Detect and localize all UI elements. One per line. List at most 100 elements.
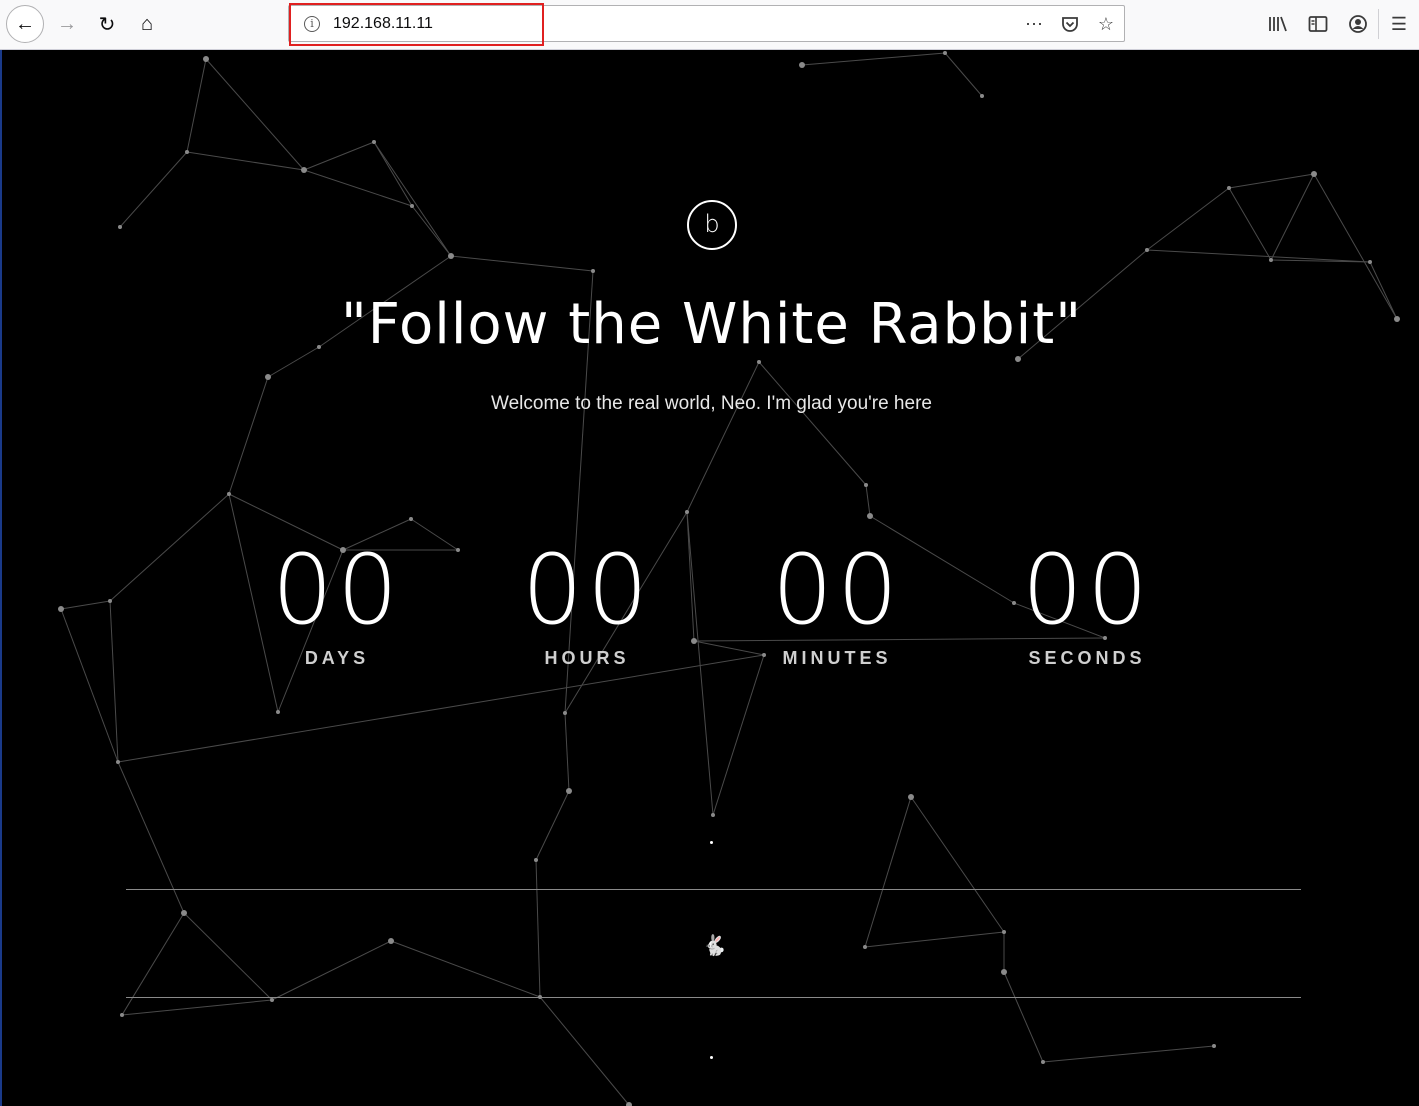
network-line (121, 999, 273, 1016)
network-node (203, 56, 209, 62)
network-line (117, 761, 185, 914)
network-node (563, 711, 567, 715)
network-node (591, 269, 595, 273)
countdown: 00 DAYS 00 HOURS 00 MINUTES 00 SECONDS (2, 540, 1419, 690)
network-line (121, 912, 185, 1016)
network-line (686, 361, 760, 513)
network-node (265, 374, 271, 380)
url-text[interactable]: 192.168.11.11 (333, 15, 433, 33)
network-line (535, 859, 541, 998)
network-line (539, 996, 630, 1106)
network-node (864, 483, 868, 487)
home-icon[interactable]: ⌂ (128, 5, 166, 43)
network-line (944, 52, 983, 97)
page-headline: "Follow the White Rabbit" (341, 292, 1082, 357)
network-line (450, 255, 594, 272)
network-node (566, 788, 572, 794)
network-node (1368, 260, 1372, 264)
network-node (116, 760, 120, 764)
network-line (1228, 187, 1272, 261)
reload-icon[interactable]: ↻ (88, 5, 126, 43)
countdown-days: 00 DAYS (237, 540, 437, 669)
network-line (411, 205, 452, 257)
browser-toolbar: ← → ↻ ⌂ i 192.168.11.11 ⋯ ☆ ☰ (0, 0, 1419, 50)
network-line (1146, 249, 1371, 263)
forward-arrow-icon[interactable]: → (48, 5, 86, 43)
network-node (409, 517, 413, 521)
network-node (270, 998, 274, 1002)
network-node (863, 945, 867, 949)
pocket-icon[interactable] (1058, 11, 1082, 37)
minutes-label: MINUTES (782, 648, 892, 668)
network-node (534, 858, 538, 862)
network-node (301, 167, 307, 173)
url-bar[interactable]: i 192.168.11.11 ⋯ ☆ (288, 3, 1125, 46)
bottom-dot (710, 1056, 713, 1059)
network-line (373, 141, 452, 257)
network-line (205, 58, 305, 171)
network-line (303, 169, 413, 207)
center-dot (710, 841, 713, 844)
hours-value: 00 (521, 534, 653, 646)
network-line (1146, 187, 1230, 251)
network-node (1311, 171, 1317, 177)
network-node (181, 910, 187, 916)
bookmark-star-icon[interactable]: ☆ (1094, 11, 1118, 37)
rabbit-icon[interactable]: 🐇 (702, 934, 727, 958)
network-line (119, 151, 188, 228)
countdown-minutes: 00 MINUTES (737, 540, 937, 669)
back-arrow-icon[interactable]: ← (6, 5, 44, 43)
network-node (799, 62, 805, 68)
network-node (227, 492, 231, 496)
network-node (448, 253, 454, 259)
network-line (865, 484, 871, 517)
network-line (183, 912, 273, 1001)
network-line (758, 361, 867, 486)
network-node (867, 513, 873, 519)
seconds-value: 00 (1021, 534, 1153, 646)
network-node (980, 94, 984, 98)
network-node (1001, 969, 1007, 975)
hours-label: HOURS (544, 648, 630, 668)
network-line (1270, 173, 1315, 261)
sidebar-icon[interactable] (1298, 5, 1338, 43)
hamburger-menu-icon[interactable]: ☰ (1379, 5, 1419, 43)
network-line (864, 931, 1005, 948)
divider-top (126, 889, 1301, 890)
network-line (390, 940, 541, 998)
minutes-value: 00 (771, 534, 903, 646)
network-line (910, 796, 1005, 933)
network-node (276, 710, 280, 714)
library-icon[interactable] (1258, 5, 1298, 43)
network-node (410, 204, 414, 208)
network-line (1003, 971, 1044, 1063)
network-node (1145, 248, 1149, 252)
page-content: b "Follow the White Rabbit" Welcome to t… (0, 50, 1419, 1106)
seconds-label: SECONDS (1028, 648, 1146, 668)
network-node (1227, 186, 1231, 190)
network-node (388, 938, 394, 944)
network-line (373, 141, 413, 207)
info-icon[interactable]: i (304, 16, 320, 32)
network-node (685, 510, 689, 514)
network-node (1002, 930, 1006, 934)
url-actions: ⋯ ☆ (1022, 11, 1118, 37)
network-node (118, 225, 122, 229)
days-label: DAYS (304, 648, 370, 668)
network-line (1042, 1045, 1215, 1063)
divider-bottom (126, 997, 1301, 998)
network-node (1269, 258, 1273, 262)
more-actions-icon[interactable]: ⋯ (1022, 11, 1046, 37)
network-line (864, 796, 912, 948)
network-line (303, 141, 375, 171)
network-node (120, 1013, 124, 1017)
network-node (1041, 1060, 1045, 1064)
network-line (186, 58, 207, 153)
logo-badge[interactable]: b (687, 200, 737, 250)
account-icon[interactable] (1338, 5, 1378, 43)
right-tools: ☰ (1258, 5, 1419, 43)
network-node (757, 360, 761, 364)
page-subtitle: Welcome to the real world, Neo. I'm glad… (491, 393, 932, 414)
network-line (801, 52, 946, 66)
countdown-hours: 00 HOURS (487, 540, 687, 669)
